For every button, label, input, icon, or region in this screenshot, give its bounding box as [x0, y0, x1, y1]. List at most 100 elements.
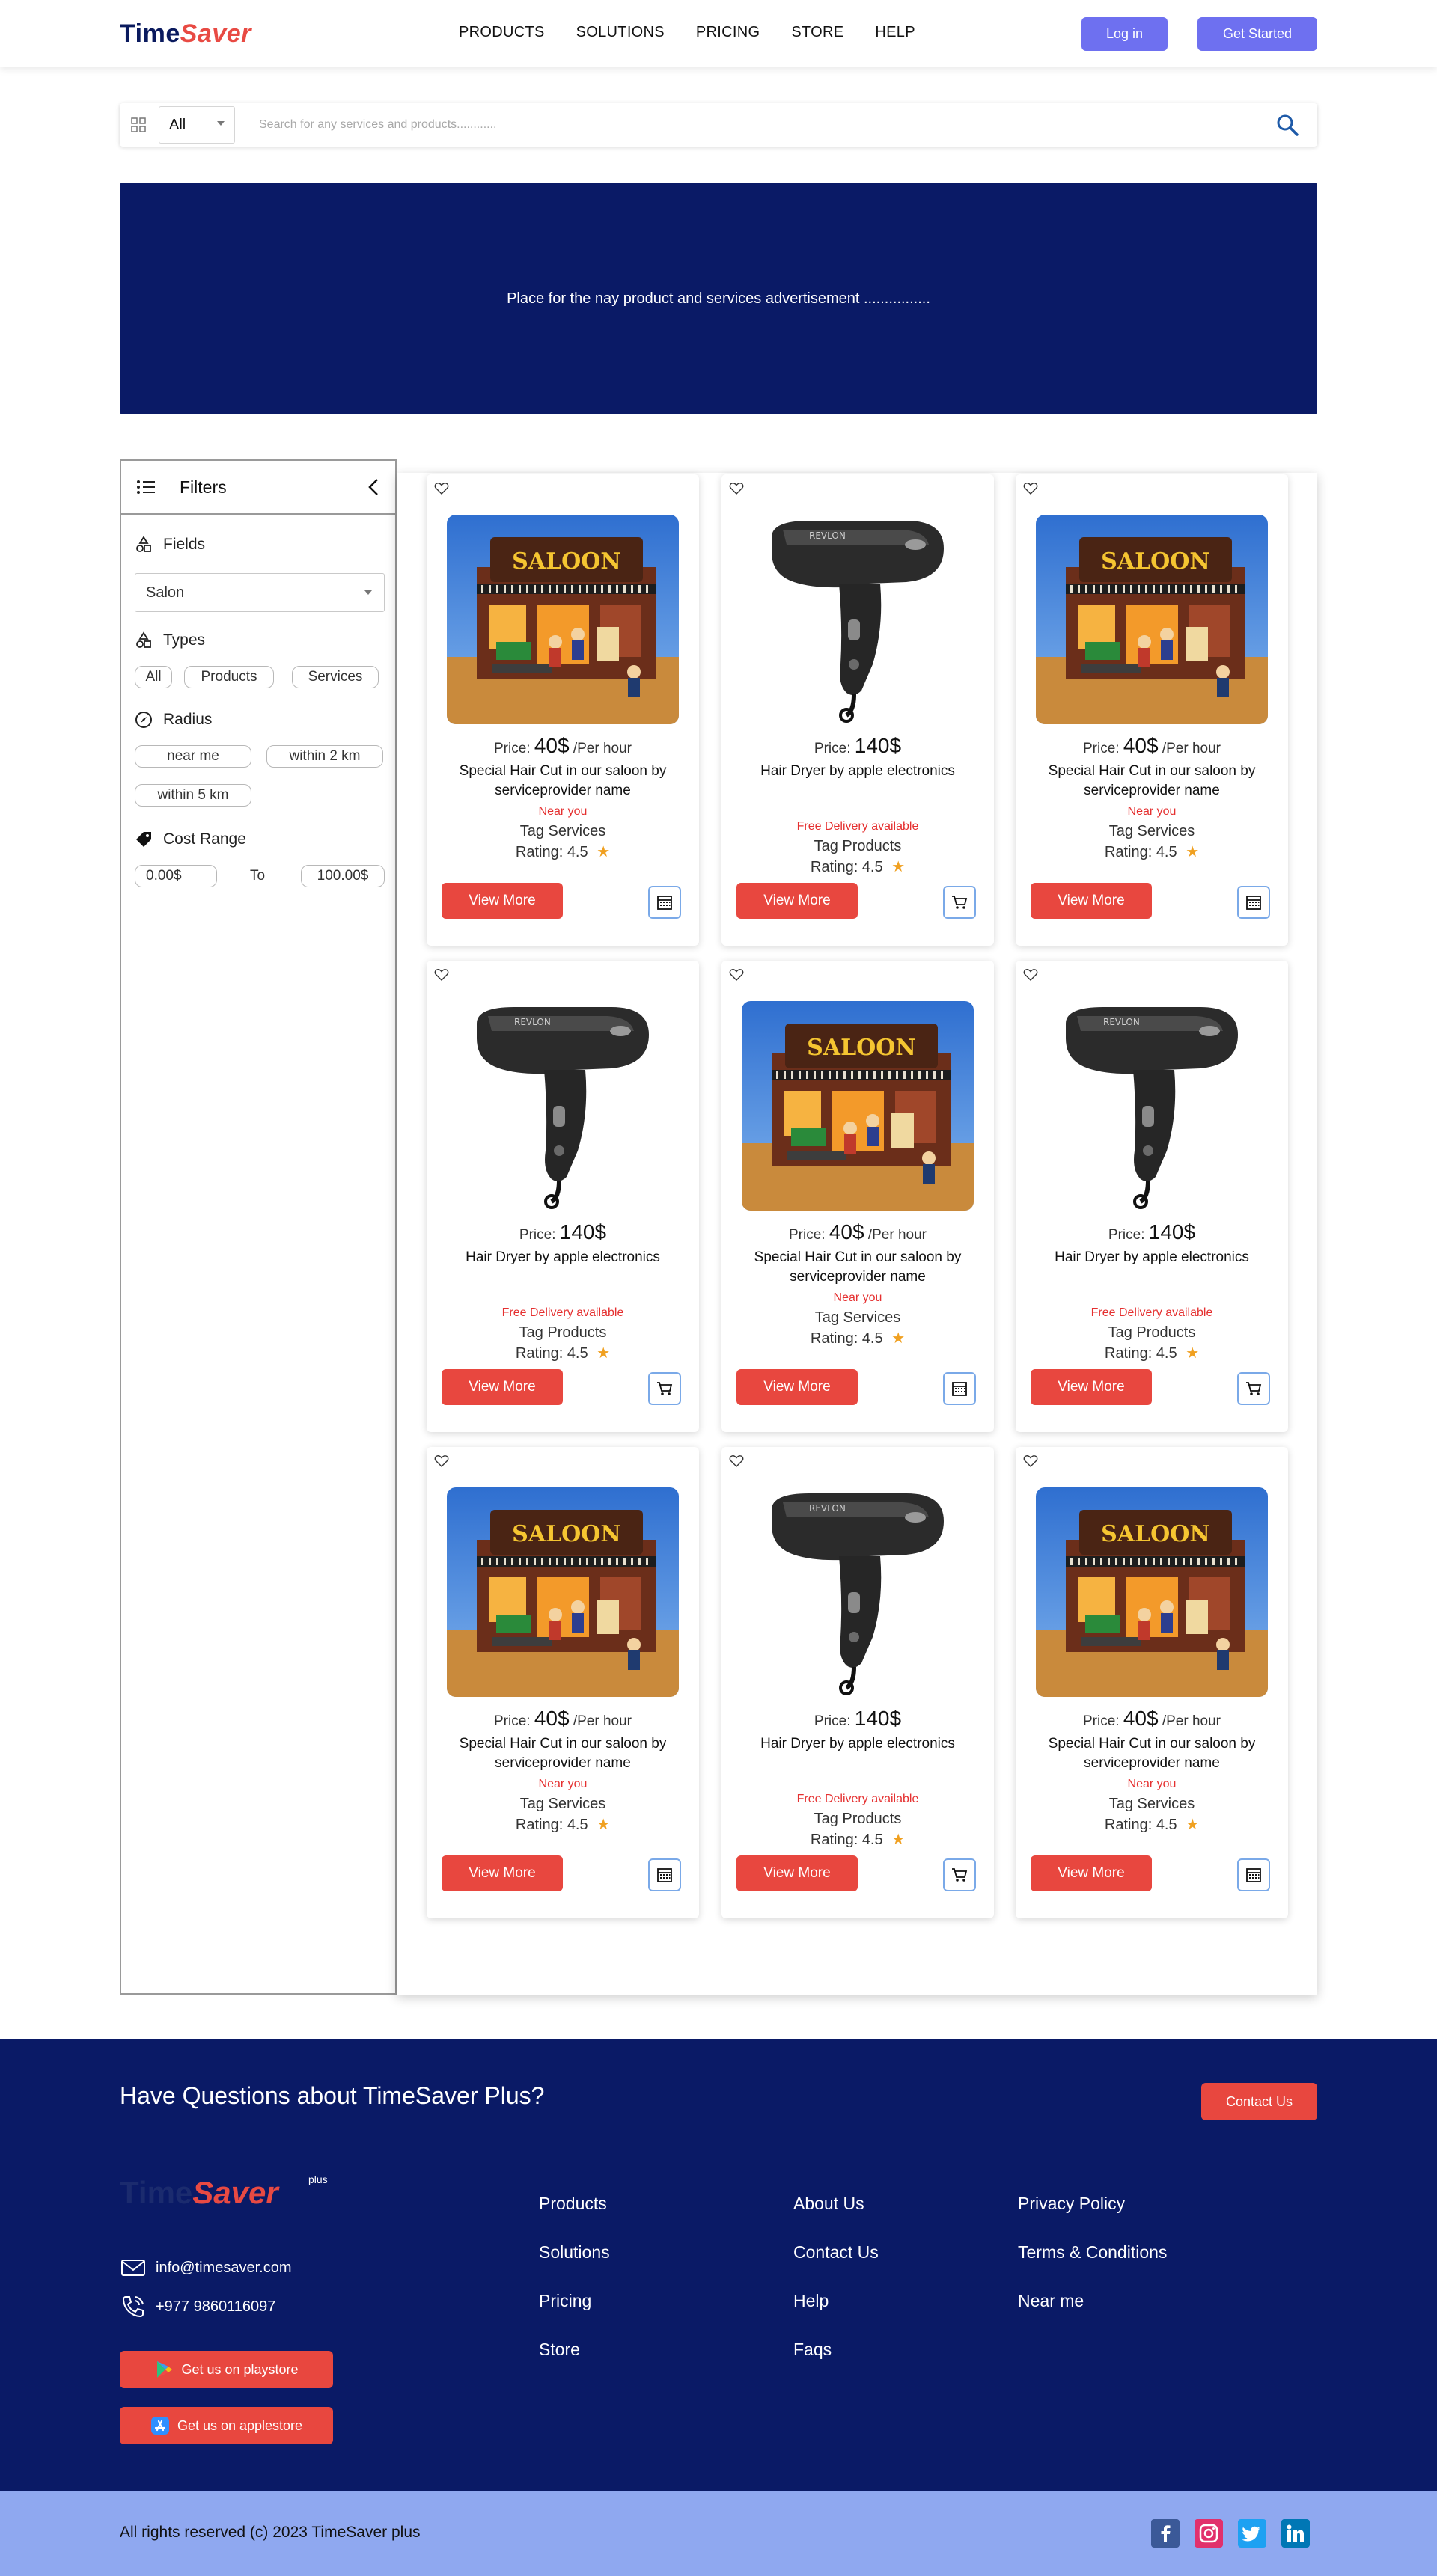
- view-more-button[interactable]: View More: [442, 1369, 563, 1405]
- heart-icon[interactable]: [1023, 1454, 1038, 1468]
- product-card[interactable]: SALOON Price: 40$ /Per hour Special Hair…: [1016, 1447, 1288, 1918]
- cart-icon[interactable]: [943, 1858, 976, 1891]
- product-card[interactable]: REVLON Price: 140$ Hair Dryer by apple e…: [721, 1447, 994, 1918]
- footer-link-pricing[interactable]: Pricing: [539, 2291, 591, 2311]
- heart-icon[interactable]: [729, 968, 744, 982]
- product-note: Free Delivery available: [796, 1793, 919, 1805]
- heart-icon[interactable]: [434, 482, 449, 495]
- main-nav: PRODUCTS SOLUTIONS PRICING STORE HELP: [459, 24, 947, 41]
- login-button[interactable]: Log in: [1081, 17, 1168, 51]
- applestore-button[interactable]: Get us on applestore: [120, 2407, 333, 2444]
- type-pill-all[interactable]: All: [135, 666, 172, 688]
- footer-phone[interactable]: +977 9860116097: [120, 2293, 275, 2320]
- playstore-button[interactable]: Get us on playstore: [120, 2351, 333, 2388]
- cost-min-input[interactable]: 0.00$: [135, 865, 217, 887]
- heart-icon[interactable]: [1023, 482, 1038, 495]
- calendar-icon[interactable]: [1237, 1858, 1270, 1891]
- calendar-icon[interactable]: [648, 1858, 681, 1891]
- type-pill-services[interactable]: Services: [292, 666, 379, 688]
- footer-link-solutions[interactable]: Solutions: [539, 2242, 610, 2263]
- facebook-icon[interactable]: [1151, 2519, 1180, 2548]
- view-more-button[interactable]: View More: [736, 883, 858, 919]
- hair-dryer-image: REVLON: [447, 1001, 679, 1211]
- type-pill-products[interactable]: Products: [184, 666, 274, 688]
- footer-link-about-us[interactable]: About Us: [793, 2194, 864, 2214]
- rating-value: 4.5: [861, 859, 883, 875]
- product-card[interactable]: REVLON Price: 140$ Hair Dryer by apple e…: [1016, 961, 1288, 1432]
- view-more-button[interactable]: View More: [736, 1369, 858, 1405]
- footer-link-contact-us[interactable]: Contact Us: [793, 2242, 879, 2263]
- product-image[interactable]: SALOON: [447, 1487, 679, 1697]
- heart-icon[interactable]: [1023, 968, 1038, 982]
- product-image[interactable]: SALOON: [1036, 515, 1268, 724]
- timesaver-logo[interactable]: TimeSaver: [120, 19, 251, 49]
- price-value: 40$: [534, 1707, 570, 1730]
- advertisement-banner[interactable]: Place for the nay product and services a…: [120, 183, 1317, 414]
- product-card[interactable]: SALOON Price: 40$ /Per hour Special Hair…: [1016, 474, 1288, 946]
- product-card[interactable]: REVLON Price: 140$ Hair Dryer by apple e…: [721, 474, 994, 946]
- product-card[interactable]: SALOON Price: 40$ /Per hour Special Hair…: [427, 1447, 699, 1918]
- cart-icon[interactable]: [943, 886, 976, 919]
- footer-link-faqs[interactable]: Faqs: [793, 2340, 832, 2360]
- product-rating: Rating: 4.5 ★: [427, 1344, 699, 1362]
- rating-label: Rating:: [515, 1817, 564, 1833]
- footer-logo[interactable]: TimeSaver plus: [120, 2173, 328, 2211]
- search-input[interactable]: [259, 114, 1232, 136]
- product-rating: Rating: 4.5 ★: [1016, 842, 1288, 861]
- calendar-icon[interactable]: [1237, 886, 1270, 919]
- price-value: 40$: [1123, 734, 1159, 757]
- heart-icon[interactable]: [434, 1454, 449, 1468]
- linkedin-icon[interactable]: [1281, 2519, 1310, 2548]
- grid-icon[interactable]: [130, 117, 147, 133]
- rating-value: 4.5: [1156, 844, 1177, 860]
- view-more-button[interactable]: View More: [1031, 1855, 1152, 1891]
- view-more-button[interactable]: View More: [442, 1855, 563, 1891]
- footer-link-products[interactable]: Products: [539, 2194, 607, 2214]
- salon-image: SALOON: [1036, 1487, 1268, 1697]
- footer-link-privacy-policy[interactable]: Privacy Policy: [1018, 2194, 1125, 2214]
- product-card[interactable]: SALOON Price: 40$ /Per hour Special Hair…: [721, 961, 994, 1432]
- radius-pill-2km[interactable]: within 2 km: [266, 745, 383, 768]
- footer-email[interactable]: info@timesaver.com: [120, 2254, 291, 2281]
- view-more-button[interactable]: View More: [442, 883, 563, 919]
- chevron-left-icon[interactable]: [365, 477, 383, 497]
- nav-solutions[interactable]: SOLUTIONS: [576, 24, 665, 41]
- heart-icon[interactable]: [729, 482, 744, 495]
- nav-store[interactable]: STORE: [791, 24, 843, 41]
- radius-pill-5km[interactable]: within 5 km: [135, 784, 251, 807]
- product-image[interactable]: REVLON: [1036, 1001, 1268, 1211]
- cost-max-input[interactable]: 100.00$: [301, 865, 385, 887]
- product-image[interactable]: SALOON: [447, 515, 679, 724]
- search-icon[interactable]: [1275, 113, 1299, 137]
- view-more-button[interactable]: View More: [736, 1855, 858, 1891]
- footer-link-help[interactable]: Help: [793, 2291, 829, 2311]
- cart-icon[interactable]: [1237, 1372, 1270, 1405]
- nav-products[interactable]: PRODUCTS: [459, 24, 545, 41]
- footer-link-terms[interactable]: Terms & Conditions: [1018, 2242, 1167, 2263]
- product-image[interactable]: SALOON: [742, 1001, 974, 1211]
- cart-icon[interactable]: [648, 1372, 681, 1405]
- heart-icon[interactable]: [434, 968, 449, 982]
- product-card[interactable]: SALOON Price: 40$ /Per hour Special Hair…: [427, 474, 699, 946]
- contact-us-button[interactable]: Contact Us: [1201, 2083, 1317, 2120]
- instagram-icon[interactable]: [1195, 2519, 1223, 2548]
- fields-dropdown[interactable]: Salon: [135, 573, 385, 612]
- footer-link-store[interactable]: Store: [539, 2340, 580, 2360]
- product-image[interactable]: SALOON: [1036, 1487, 1268, 1697]
- calendar-icon[interactable]: [943, 1372, 976, 1405]
- view-more-button[interactable]: View More: [1031, 1369, 1152, 1405]
- product-image[interactable]: REVLON: [742, 1487, 974, 1697]
- product-image[interactable]: REVLON: [742, 515, 974, 724]
- view-more-button[interactable]: View More: [1031, 883, 1152, 919]
- nav-help[interactable]: HELP: [875, 24, 915, 41]
- nav-pricing[interactable]: PRICING: [696, 24, 760, 41]
- radius-pill-near-me[interactable]: near me: [135, 745, 251, 768]
- twitter-icon[interactable]: [1238, 2519, 1266, 2548]
- product-image[interactable]: REVLON: [447, 1001, 679, 1211]
- calendar-icon[interactable]: [648, 886, 681, 919]
- copyright-text: All rights reserved (c) 2023 TimeSaver p…: [120, 2524, 421, 2541]
- product-card[interactable]: REVLON Price: 140$ Hair Dryer by apple e…: [427, 961, 699, 1432]
- footer-link-near-me[interactable]: Near me: [1018, 2291, 1084, 2311]
- heart-icon[interactable]: [729, 1454, 744, 1468]
- get-started-button[interactable]: Get Started: [1198, 17, 1317, 51]
